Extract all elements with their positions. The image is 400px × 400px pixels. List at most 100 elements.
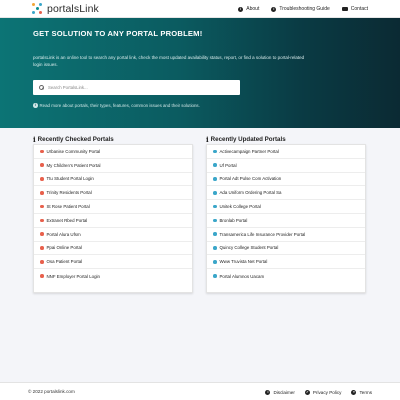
portal-link[interactable]: Uf Portal — [207, 159, 365, 173]
search-icon — [39, 85, 44, 90]
nav-contact-label: Contact — [350, 6, 368, 12]
info-icon: i — [206, 135, 209, 144]
footer-privacy-label: Privacy Policy — [312, 389, 342, 395]
search-box — [33, 80, 240, 95]
portal-link-label: Www Truvista Net Portal — [219, 259, 268, 265]
portal-link[interactable]: Osa Patient Portal — [34, 255, 192, 270]
portal-link[interactable]: Ada Uniform Ordering Portal Sa — [207, 186, 365, 201]
portal-link-label: St Rose Patient Portal — [46, 204, 90, 210]
footer-terms-label: Terms — [359, 389, 372, 395]
portal-link-label: Urbanise Community Portal — [46, 148, 101, 154]
footer-disclaimer-link[interactable]: i Disclaimer — [265, 389, 295, 395]
status-dot-icon — [213, 218, 217, 223]
read-more-link[interactable]: i Read more about portals, their types, … — [33, 103, 200, 108]
portal-link[interactable]: My Children's Patient Portal — [34, 159, 192, 173]
recently-updated-list: Activecampaign Partner Portal Uf Portal Po… — [206, 144, 366, 293]
recently-checked-list: Urbanise Community Portal My Children's P… — [33, 144, 193, 293]
status-dot-icon — [213, 246, 217, 250]
status-dot-icon — [213, 163, 217, 167]
portal-link[interactable]: Bronlab Portal — [207, 214, 365, 228]
status-dot-icon — [40, 232, 44, 236]
recently-updated-title: Recently Updated Portals — [210, 136, 286, 143]
hero-banner: GET SOLUTION TO ANY PORTAL PROBLEM! port… — [0, 18, 400, 128]
portal-link-label: Extranet Rbed Portal — [46, 217, 88, 223]
status-dot-icon — [40, 246, 44, 250]
portal-link[interactable]: NNF Employer Portal Login — [34, 269, 192, 283]
portal-link[interactable]: Extranet Rbed Portal — [34, 214, 192, 228]
recently-checked-heading: i Recently Checked Portals — [33, 135, 114, 144]
portal-link[interactable]: Unitek College Portal — [207, 200, 365, 214]
status-dot-icon — [213, 204, 217, 209]
portal-link-label: Uf Portal — [219, 162, 237, 168]
info-icon: i — [265, 389, 271, 395]
portal-link-label: Ada Uniform Ordering Portal Sa — [219, 190, 282, 196]
info-icon: i — [33, 103, 38, 108]
portal-link[interactable]: Ttu Student Portal Login — [34, 173, 192, 187]
nav-contact[interactable]: Contact — [341, 6, 368, 12]
portal-link[interactable]: Transamerica Life Insurance Provider Por… — [207, 228, 365, 242]
footer-disclaimer-label: Disclaimer — [273, 389, 295, 395]
status-dot-icon — [40, 274, 44, 278]
status-dot-icon — [213, 149, 217, 154]
portal-link-label: Transamerica Life Insurance Provider Por… — [219, 231, 306, 237]
portal-link-label: My Children's Patient Portal — [46, 162, 101, 168]
portal-link[interactable]: Activecampaign Partner Portal — [207, 145, 365, 159]
footer-links: i Disclaimer ✓ Privacy Policy ≡ Terms — [265, 383, 372, 400]
status-dot-icon — [213, 177, 217, 181]
footer-privacy-link[interactable]: ✓ Privacy Policy — [304, 389, 342, 395]
portal-link-label: Ppai Online Portal — [46, 245, 82, 251]
portal-link-label: Ttu Student Portal Login — [46, 176, 94, 182]
hero-description: portalsLink is an online tool to search … — [33, 55, 305, 67]
footer-terms-link[interactable]: ≡ Terms — [351, 389, 372, 395]
portal-link-label: Unitek College Portal — [219, 204, 261, 210]
portal-link-label: Activecampaign Partner Portal — [219, 148, 279, 154]
portal-link-label: Portal Alura Ufsm — [46, 231, 81, 237]
portal-link-label: Bronlab Portal — [219, 217, 248, 223]
recently-updated-heading: i Recently Updated Portals — [206, 135, 286, 144]
read-more-text: Read more about portals, their types, fe… — [39, 103, 200, 108]
portal-link-label: Trinity Residents Portal — [46, 190, 92, 196]
portal-link[interactable]: Portal Alumnos Uacam — [207, 269, 365, 283]
status-dot-icon — [213, 232, 217, 236]
info-icon: i — [33, 135, 36, 144]
logo-text: portalsLink — [47, 3, 99, 15]
portal-link[interactable]: Quincy College Student Portal — [207, 242, 365, 256]
status-dot-icon — [213, 274, 217, 278]
help-icon: i — [271, 6, 277, 12]
nav-about-label: About — [246, 6, 260, 12]
portal-link[interactable]: St Rose Patient Portal — [34, 200, 192, 214]
portal-link[interactable]: Trinity Residents Portal — [34, 186, 192, 201]
portal-link-label: Portal Alumnos Uacam — [219, 273, 265, 279]
nav-troubleshooting-label: Troubleshooting Guide — [279, 6, 330, 12]
search-input[interactable] — [48, 85, 228, 90]
status-dot-icon — [40, 163, 44, 167]
nav-troubleshooting-guide[interactable]: i Troubleshooting Guide — [271, 6, 330, 12]
portal-link-label: Quincy College Student Portal — [219, 245, 279, 251]
portal-link[interactable]: Portal Alura Ufsm — [34, 228, 192, 242]
status-dot-icon — [40, 191, 44, 195]
recently-checked-title: Recently Checked Portals — [37, 136, 114, 143]
portal-link[interactable]: Ppai Online Portal — [34, 242, 192, 256]
site-logo[interactable]: portalsLink — [32, 2, 99, 16]
status-dot-icon — [40, 204, 44, 209]
status-dot-icon — [40, 260, 44, 264]
portal-link[interactable]: Urbanise Community Portal — [34, 145, 192, 159]
status-dot-icon — [213, 191, 217, 195]
portal-link-label: Osa Patient Portal — [46, 259, 83, 265]
nav-about[interactable]: i About — [238, 6, 259, 12]
portal-link[interactable]: Portal Adt Pulse Com Activation — [207, 173, 365, 187]
status-dot-icon — [40, 149, 44, 154]
info-icon: i — [238, 6, 244, 12]
top-navbar: portalsLink i About i Troubleshooting Gu… — [0, 0, 400, 18]
portal-link-label: NNF Employer Portal Login — [46, 273, 100, 279]
status-dot-icon — [40, 177, 44, 181]
portal-link[interactable]: Www Truvista Net Portal — [207, 255, 365, 270]
footer: © 2022 portalslink.com i Disclaimer ✓ Pr… — [0, 382, 400, 400]
shield-icon: ✓ — [304, 389, 310, 395]
main-nav: i About i Troubleshooting Guide Contact — [238, 0, 368, 18]
logo-icon — [32, 3, 44, 15]
status-dot-icon — [40, 218, 44, 223]
copyright: © 2022 portalslink.com — [28, 389, 75, 394]
portal-link-label: Portal Adt Pulse Com Activation — [219, 176, 282, 182]
hero-title: GET SOLUTION TO ANY PORTAL PROBLEM! — [33, 29, 203, 38]
